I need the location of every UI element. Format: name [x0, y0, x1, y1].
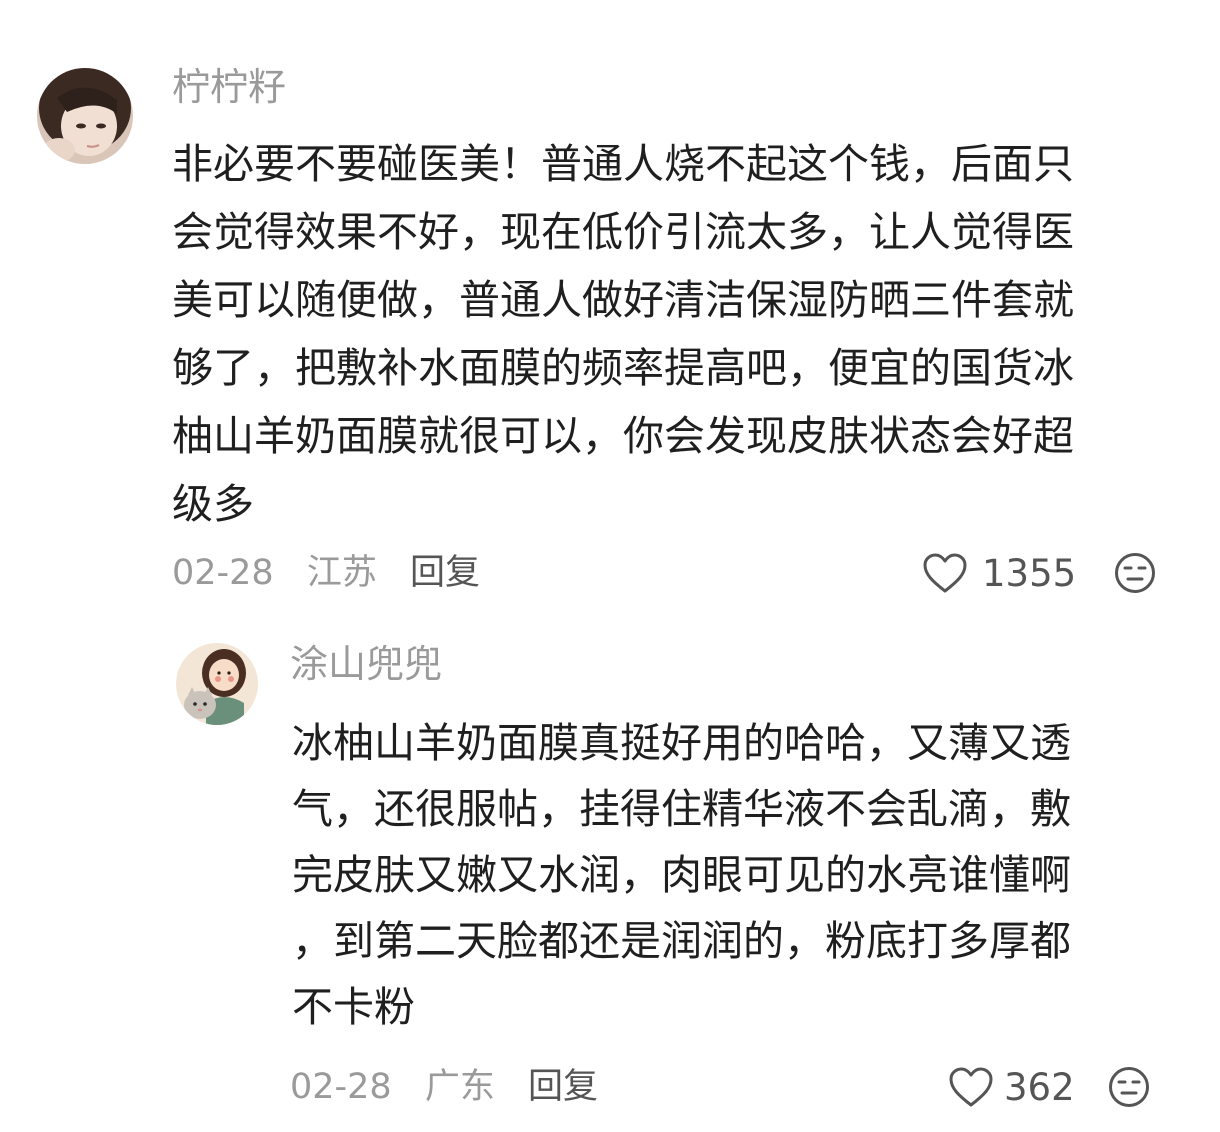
reply-button[interactable]: 回复	[410, 556, 480, 591]
avatar-photo	[37, 68, 133, 164]
avatar[interactable]	[176, 643, 258, 725]
comment-text-line: 气，还很服帖，挂得住精华液不会乱滴，敷	[292, 785, 1071, 833]
comment-text-line: ，到第二天脸都还是润润的，粉底打多厚都	[292, 917, 1071, 965]
comment-location: 广东	[424, 1067, 495, 1107]
reaction-button[interactable]	[1108, 1066, 1150, 1108]
comment-text-line: 非必要不要碰医美！普通人烧不起这个钱，后面只	[172, 140, 1074, 188]
comment-text-line: 冰柚山羊奶面膜真挺好用的哈哈，又薄又透	[292, 719, 1071, 767]
comment-meta: 02-28 广东 回复	[290, 1070, 598, 1105]
avatar[interactable]	[37, 68, 133, 164]
reaction-button[interactable]	[1114, 552, 1156, 594]
comment-text: 冰柚山羊奶面膜真挺好用的哈哈，又薄又透 气，还很服帖，挂得住精华液不会乱滴，敷 …	[292, 710, 1152, 1040]
like-count: 362	[1004, 1065, 1075, 1109]
avatar-illustration	[176, 643, 258, 725]
like-count: 1355	[982, 551, 1077, 595]
comment-date: 02-28	[172, 553, 274, 593]
comment-date: 02-28	[290, 1067, 392, 1107]
reply-button[interactable]: 回复	[528, 1070, 598, 1105]
comment-text-line: 柚山羊奶面膜就很可以，你会发现皮肤状态会好超	[172, 412, 1074, 460]
comment-text: 非必要不要碰医美！普通人烧不起这个钱，后面只 会觉得效果不好，现在低价引流太多，…	[172, 130, 1162, 538]
comment-text-line: 会觉得效果不好，现在低价引流太多，让人觉得医	[172, 208, 1074, 256]
comment-text-line: 够了，把敷补水面膜的频率提高吧，便宜的国货冰	[172, 344, 1074, 392]
comment-text-line: 不卡粉	[292, 983, 415, 1031]
heart-outline-icon	[949, 1067, 993, 1107]
heart-outline-icon	[923, 553, 967, 593]
comment-text-line: 级多	[172, 480, 254, 528]
username[interactable]: 柠柠籽	[172, 68, 286, 106]
like-button[interactable]: 362	[948, 1066, 1075, 1108]
comment-text-line: 美可以随便做，普通人做好清洁保湿防晒三件套就	[172, 276, 1074, 324]
comment-location: 江苏	[306, 553, 377, 593]
comment-meta: 02-28 江苏 回复	[172, 556, 480, 591]
neutral-face-icon	[1115, 553, 1155, 593]
comment-text-line: 完皮肤又嫩又水润，肉眼可见的水亮谁懂啊	[292, 851, 1071, 899]
neutral-face-icon	[1109, 1067, 1149, 1107]
username[interactable]: 涂山兜兜	[290, 645, 442, 683]
like-button[interactable]: 1355	[922, 552, 1076, 594]
